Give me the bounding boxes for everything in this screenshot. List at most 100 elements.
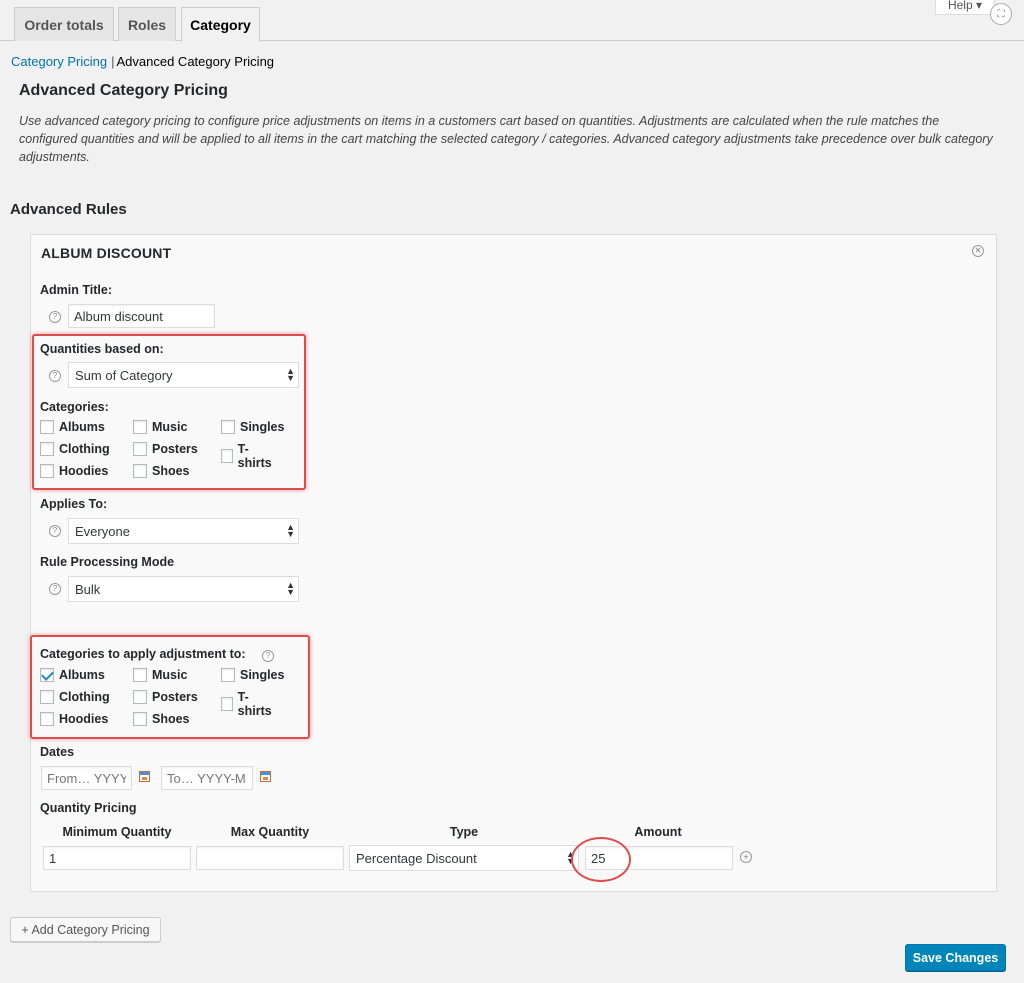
apply-checkbox-shoes[interactable]: Shoes [133,712,190,726]
select-value: Sum of Category [75,367,173,383]
checkbox[interactable] [40,690,54,704]
tab-bar: Order totals Roles Category [0,0,1024,42]
tab-label: Roles [127,16,167,33]
help-icon: ? [49,370,61,382]
max-quantity-input[interactable] [196,846,344,870]
checkbox[interactable] [221,697,233,711]
checkbox-label: Albums [59,668,105,682]
checkbox-label: T-shirts [237,442,272,470]
mode-select[interactable]: Bulk ▲ ▼ [68,576,299,602]
column-header-min: Minimum Quantity [62,825,172,839]
apply-checkbox-posters[interactable]: Posters [133,690,198,704]
checkbox-clothing[interactable]: Clothing [40,442,110,456]
checkbox[interactable] [133,464,147,478]
checkbox-label: Clothing [59,442,110,456]
select-value: Everyone [75,523,130,539]
checkbox-label: Hoodies [59,712,109,726]
apply-checkbox-tshirts[interactable]: T-shirts [221,690,274,718]
date-to-input[interactable] [161,766,253,790]
apply-categories-label: Categories to apply adjustment to: [40,647,246,661]
checkbox[interactable] [221,420,235,434]
checkbox[interactable] [133,420,147,434]
categories-label: Categories: [40,400,109,414]
type-select[interactable]: Percentage Discount ▲ ▼ [349,845,579,871]
select-value: Bulk [75,581,101,597]
rule-title: ALBUM DISCOUNT [41,245,172,261]
checkbox-label: Music [152,420,188,434]
calendar-icon[interactable] [139,771,150,782]
apply-checkbox-music[interactable]: Music [133,668,187,682]
checkbox[interactable] [40,420,54,434]
page-description: Use advanced category pricing to configu… [19,114,993,164]
select-value: Percentage Discount [356,850,477,866]
highlight-oval [571,837,631,882]
checkbox-shoes[interactable]: Shoes [133,464,190,478]
checkbox[interactable] [133,712,147,726]
checkbox-label: Albums [59,420,105,434]
checkbox[interactable] [221,449,233,463]
apply-checkbox-singles[interactable]: Singles [221,668,284,682]
checkbox-albums[interactable]: Albums [40,420,105,434]
help-button[interactable]: Help ▾ [935,0,995,15]
tab-category[interactable]: Category [181,7,260,42]
dates-label: Dates [40,745,75,759]
breadcrumb-separator: | [111,54,115,69]
column-header-type: Type [449,825,479,839]
mode-label: Rule Processing Mode [40,555,175,569]
checkbox[interactable] [40,668,54,682]
help-icon: ? [49,311,61,323]
checkbox-label: Posters [152,442,198,456]
help-label: Help [947,0,973,12]
quantities-select[interactable]: Sum of Category ▲ ▼ [68,362,299,388]
checkbox-posters[interactable]: Posters [133,442,198,456]
checkbox-hoodies[interactable]: Hoodies [40,464,108,478]
quantity-pricing-label: Quantity Pricing [40,801,137,815]
applies-to-label: Applies To: [40,497,108,511]
help-icon: ? [262,650,274,662]
category-pricing-link[interactable]: Category Pricing [11,54,107,69]
checkbox[interactable] [221,668,235,682]
breadcrumb-current: Advanced Category Pricing [116,54,275,69]
tab-roles[interactable]: Roles [118,7,176,41]
apply-checkbox-clothing[interactable]: Clothing [40,690,110,704]
checkbox-label: Music [152,668,188,682]
applies-to-select[interactable]: Everyone ▲ ▼ [68,518,299,544]
checkbox-label: Singles [240,668,285,682]
rule-panel: ALBUM DISCOUNT ✕ Admin Title: ? Quantiti… [30,234,997,892]
tab-label: Category [190,17,251,33]
rules-heading: Advanced Rules [10,201,127,218]
add-category-pricing-button[interactable]: + Add Category Pricing [10,917,161,942]
min-quantity-input[interactable] [43,846,191,870]
apply-checkbox-albums[interactable]: Albums [40,668,105,682]
checkbox-label: T-shirts [237,690,272,718]
tab-label: Order totals [24,16,104,33]
checkbox-label: Shoes [152,464,190,478]
quantities-label: Quantities based on: [40,342,164,356]
expand-icon[interactable]: ⛶ [990,3,1012,25]
help-icon: ? [49,525,61,537]
select-arrows-icon: ▲ ▼ [286,580,295,597]
close-icon[interactable]: ✕ [972,245,984,257]
calendar-icon[interactable] [260,771,271,782]
checkbox[interactable] [40,442,54,456]
checkbox[interactable] [40,464,54,478]
page-title: Advanced Category Pricing [19,82,228,99]
column-header-max: Max Quantity [230,825,310,839]
checkbox[interactable] [133,668,147,682]
date-from-input[interactable] [41,766,132,790]
checkbox-music[interactable]: Music [133,420,187,434]
select-arrows-icon: ▲ ▼ [286,522,295,539]
checkbox-label: Clothing [59,690,110,704]
admin-title-input[interactable] [68,304,215,328]
apply-checkbox-hoodies[interactable]: Hoodies [40,712,108,726]
checkbox[interactable] [133,442,147,456]
save-changes-button[interactable]: Save Changes [905,944,1006,971]
checkbox-label: Posters [152,690,198,704]
checkbox[interactable] [133,690,147,704]
checkbox-tshirts[interactable]: T-shirts [221,442,274,470]
checkbox-label: Hoodies [59,464,109,478]
checkbox-singles[interactable]: Singles [221,420,284,434]
tab-order-totals[interactable]: Order totals [14,7,114,41]
checkbox[interactable] [40,712,54,726]
add-row-icon[interactable]: + [740,851,752,863]
